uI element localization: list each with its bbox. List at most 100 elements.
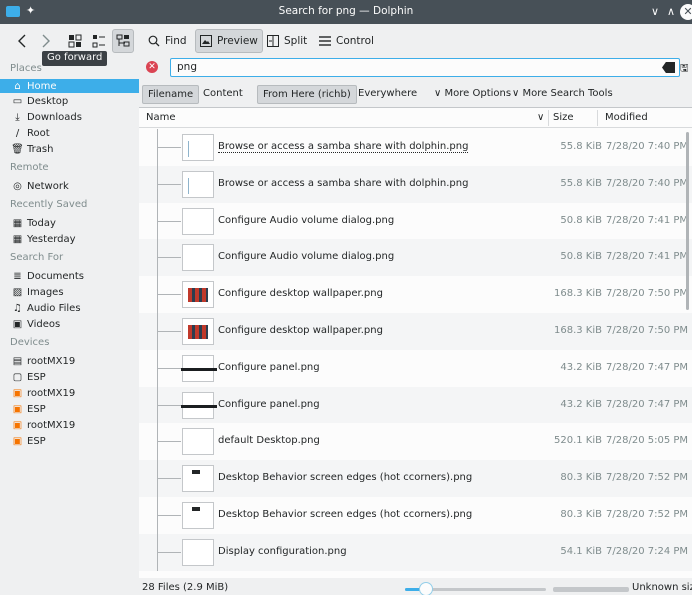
sidebar-item-device[interactable]: ▣ rootMX19 bbox=[0, 385, 139, 401]
minimize-button[interactable]: ∨ bbox=[647, 4, 663, 20]
hamburger-menu-icon bbox=[319, 36, 331, 46]
file-size: 80.3 KiB bbox=[560, 472, 602, 484]
drive-warning-icon: ▣ bbox=[12, 419, 23, 431]
size-column-header[interactable]: Size bbox=[553, 112, 574, 123]
thumbnail-image bbox=[181, 354, 217, 382]
sidebar-item-root[interactable]: / Root bbox=[0, 125, 139, 141]
title-bar: ✦ Search for png — Dolphin ∨ ∧ ✕ bbox=[0, 0, 692, 24]
split-label: Split bbox=[284, 35, 308, 47]
sidebar-item-device[interactable]: ▤ rootMX19 bbox=[0, 353, 139, 369]
from-here-button[interactable]: From Here (richb) bbox=[257, 85, 357, 104]
column-divider[interactable] bbox=[597, 110, 598, 126]
sidebar-item-yesterday[interactable]: ▦ Yesterday bbox=[0, 231, 139, 247]
sidebar-item-documents[interactable]: ≣ Documents bbox=[0, 268, 139, 284]
sidebar-item-device[interactable]: ▣ rootMX19 bbox=[0, 417, 139, 433]
chevron-down-icon: ∨ bbox=[434, 88, 442, 99]
table-row[interactable]: Desktop Behavior screen edges (hot ccorn… bbox=[139, 460, 692, 497]
column-divider[interactable] bbox=[548, 110, 549, 126]
control-button[interactable]: Control bbox=[315, 29, 378, 53]
search-input[interactable]: png bbox=[170, 58, 680, 77]
table-row[interactable]: Browse or access a samba share with dolp… bbox=[139, 165, 692, 203]
sidebar-item-downloads[interactable]: ⤓ Downloads bbox=[0, 109, 139, 125]
close-button[interactable]: ✕ bbox=[680, 4, 692, 20]
sidebar-item-home[interactable]: ⌂ Home bbox=[0, 79, 139, 93]
table-row[interactable]: Display configuration.png 54.1 KiB 7/28/20… bbox=[139, 533, 692, 571]
file-modified: 7/28/20 7:50 PM bbox=[606, 288, 689, 300]
space-info-label: Unknown size bbox=[632, 582, 692, 593]
everywhere-button[interactable]: Everywhere bbox=[353, 85, 422, 104]
sidebar-item-trash[interactable]: 🗑 Trash bbox=[0, 141, 139, 157]
more-search-tools-button[interactable]: ∨ More Search Tools bbox=[507, 85, 618, 104]
file-list: Browse or access a samba share with dolp… bbox=[139, 129, 692, 571]
search-icon bbox=[148, 35, 160, 47]
compact-view-button[interactable] bbox=[88, 29, 110, 53]
file-name: Configure panel.png bbox=[218, 361, 320, 373]
modified-column-header[interactable]: Modified bbox=[605, 112, 648, 123]
save-icon[interactable]: 🖫 bbox=[680, 61, 689, 78]
close-search-button[interactable]: ✕ bbox=[146, 61, 158, 73]
name-column-header[interactable]: Name bbox=[146, 112, 176, 123]
sidebar-item-audio[interactable]: ♫ Audio Files bbox=[0, 300, 139, 316]
file-name: Desktop Behavior screen edges (hot ccorn… bbox=[218, 472, 473, 484]
sidebar-item-images[interactable]: ▨ Images bbox=[0, 284, 139, 300]
thumbnail-image bbox=[182, 538, 214, 566]
sidebar-item-device[interactable]: ▢ ESP bbox=[0, 369, 139, 385]
drive-icon: ▤ bbox=[12, 355, 23, 367]
sidebar-item-device[interactable]: ▣ ESP bbox=[0, 401, 139, 417]
table-row[interactable]: Desktop Behavior screen edges (hot ccorn… bbox=[139, 496, 692, 534]
file-modified: 7/28/20 7:47 PM bbox=[606, 361, 689, 373]
desktop-icon: ▭ bbox=[12, 95, 23, 107]
preview-button[interactable]: Preview bbox=[195, 29, 263, 53]
table-row[interactable]: Configure Audio volume dialog.png 50.8 Ki… bbox=[139, 202, 692, 240]
sidebar-item-device[interactable]: ▣ ESP bbox=[0, 433, 139, 449]
image-icon bbox=[200, 35, 212, 47]
thumbnail-image bbox=[182, 207, 214, 235]
drive-warning-icon: ▣ bbox=[12, 435, 23, 447]
file-modified: 7/28/20 5:05 PM bbox=[606, 435, 689, 447]
remote-header: Remote bbox=[10, 162, 49, 173]
filename-button[interactable]: Filename bbox=[142, 85, 200, 104]
drive-warning-icon: ▣ bbox=[12, 387, 23, 399]
split-button[interactable]: Split bbox=[263, 29, 311, 53]
trash-icon: 🗑 bbox=[11, 143, 24, 155]
file-size: 168.3 KiB bbox=[553, 288, 602, 300]
preview-label: Preview bbox=[217, 35, 258, 47]
recent-header: Recently Saved bbox=[10, 199, 88, 210]
file-modified: 7/28/20 7:24 PM bbox=[606, 545, 689, 557]
more-options-button[interactable]: ∨ More Options bbox=[429, 85, 516, 104]
tooltip: Go forward bbox=[42, 51, 108, 66]
thumbnail-image bbox=[182, 134, 214, 161]
file-size: 43.2 KiB bbox=[560, 361, 602, 373]
table-row[interactable]: Browse or access a samba share with dolp… bbox=[139, 129, 692, 166]
back-button[interactable] bbox=[13, 29, 31, 53]
table-row[interactable]: Configure Audio volume dialog.png 50.8 Ki… bbox=[139, 239, 692, 277]
file-name: Browse or access a samba share with dolp… bbox=[218, 141, 469, 153]
control-label: Control bbox=[336, 35, 374, 47]
icons-view-button[interactable] bbox=[64, 29, 86, 53]
table-row[interactable]: Configure panel.png 43.2 KiB 7/28/20 7:47 … bbox=[139, 349, 692, 387]
table-row[interactable]: Configure desktop wallpaper.png 168.3 KiB… bbox=[139, 312, 692, 350]
calendar-icon: ▦ bbox=[12, 233, 23, 245]
sidebar-item-desktop[interactable]: ▭ Desktop bbox=[0, 93, 139, 109]
maximize-button[interactable]: ∧ bbox=[663, 4, 679, 20]
thumbnail-image bbox=[182, 465, 214, 493]
table-row[interactable]: default Desktop.png 520.1 KiB 7/28/20 5:05… bbox=[139, 423, 692, 461]
details-view-button[interactable] bbox=[112, 29, 134, 53]
forward-button[interactable] bbox=[37, 29, 55, 53]
table-row[interactable]: Configure desktop wallpaper.png 168.3 KiB… bbox=[139, 276, 692, 313]
content-button[interactable]: Content bbox=[198, 85, 248, 104]
thumbnail-image bbox=[182, 428, 214, 456]
find-button[interactable]: Find bbox=[144, 29, 191, 53]
sidebar-item-videos[interactable]: ▣ Videos bbox=[0, 316, 139, 332]
vertical-scrollbar[interactable] bbox=[686, 132, 689, 310]
thumbnail-image bbox=[182, 501, 214, 529]
sidebar-item-network[interactable]: ◎ Network bbox=[0, 178, 139, 194]
file-size: 80.3 KiB bbox=[560, 508, 602, 520]
file-modified: 7/28/20 7:50 PM bbox=[606, 324, 689, 336]
file-size: 55.8 KiB bbox=[560, 141, 602, 152]
compact-list-icon bbox=[92, 35, 105, 48]
table-row[interactable]: Configure panel.png 43.2 KiB 7/28/20 7:47 … bbox=[139, 386, 692, 424]
file-size: 43.2 KiB bbox=[560, 398, 602, 410]
zoom-slider-handle[interactable] bbox=[419, 582, 434, 595]
sidebar-item-today[interactable]: ▦ Today bbox=[0, 215, 139, 231]
